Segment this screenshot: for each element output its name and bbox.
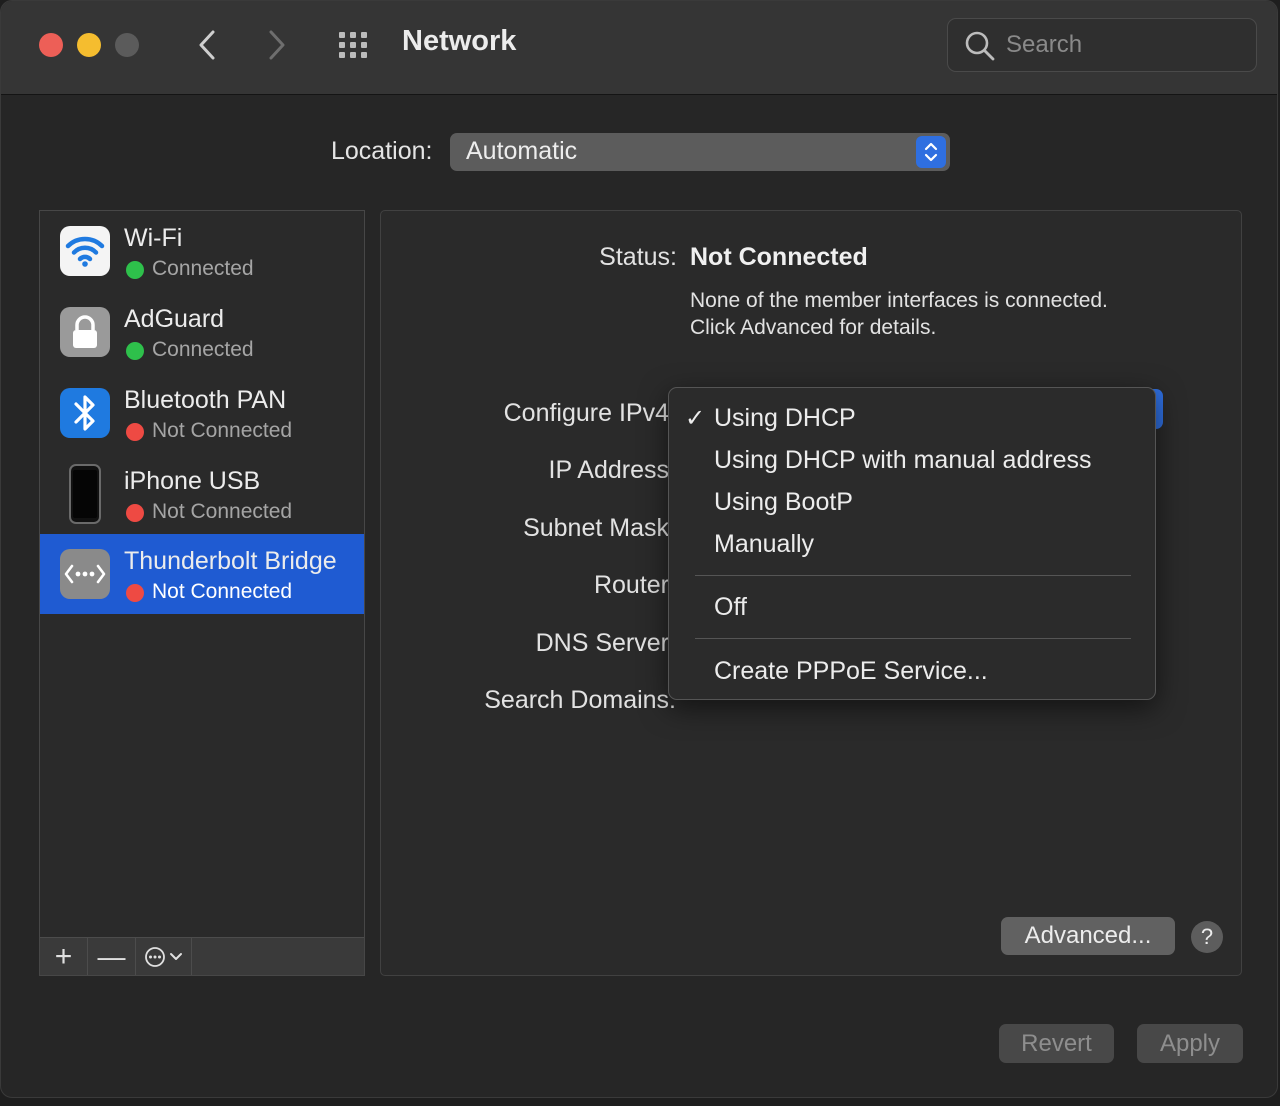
search-field[interactable] (947, 18, 1257, 72)
bluetooth-icon (60, 388, 110, 438)
menu-separator (695, 575, 1131, 576)
service-name: Bluetooth PAN (124, 386, 287, 414)
wifi-icon (60, 226, 110, 276)
chevron-down-icon (170, 952, 182, 960)
service-item-wifi[interactable]: Wi-Fi Connected (40, 211, 364, 291)
status-description: None of the member interfaces is connect… (690, 287, 1108, 341)
service-item-bluetooth-pan[interactable]: Bluetooth PAN Not Connected (40, 373, 364, 453)
advanced-button[interactable]: Advanced... (1001, 917, 1175, 955)
location-label: Location: (331, 137, 433, 165)
menu-separator (695, 638, 1131, 639)
iphone-icon (60, 464, 110, 524)
menu-item-using-bootp[interactable]: Using BootP (714, 488, 853, 517)
status-label: Status: (599, 243, 677, 271)
action-menu-button[interactable] (136, 938, 192, 975)
service-status: Connected (152, 338, 254, 361)
revert-button[interactable]: Revert (999, 1024, 1114, 1063)
ip-address-label: IP Address (548, 456, 669, 484)
thunderbolt-bridge-icon (60, 549, 110, 599)
network-preferences-window: Network Location: Automatic (0, 0, 1278, 1098)
status-value: Not Connected (690, 243, 868, 271)
help-button[interactable]: ? (1191, 921, 1223, 953)
service-status: Not Connected (152, 500, 293, 523)
minimize-window-button[interactable] (77, 33, 101, 57)
close-window-button[interactable] (39, 33, 63, 57)
service-list-toolbar: + — (40, 937, 364, 975)
service-name: AdGuard (124, 305, 225, 333)
service-item-thunderbolt-bridge[interactable]: Thunderbolt Bridge Not Connected (40, 534, 364, 614)
chevron-right-icon (269, 30, 285, 60)
status-indicator (126, 423, 144, 441)
status-indicator (126, 584, 144, 602)
menu-item-using-dhcp[interactable]: Using DHCP (714, 404, 856, 433)
service-status: Not Connected (152, 419, 293, 442)
service-name: Wi-Fi (124, 224, 183, 252)
title-bar: Network (1, 1, 1277, 95)
service-list: Wi-Fi Connected AdGuard Connected Blueto… (39, 210, 365, 976)
lock-icon (60, 307, 110, 357)
forward-button[interactable] (257, 23, 297, 67)
service-status: Connected (152, 257, 254, 280)
menu-item-manually[interactable]: Manually (714, 530, 814, 559)
service-item-adguard[interactable]: AdGuard Connected (40, 292, 364, 372)
menu-item-create-pppoe[interactable]: Create PPPoE Service... (714, 657, 988, 686)
back-button[interactable] (187, 23, 227, 67)
service-item-iphone-usb[interactable]: iPhone USB Not Connected (40, 454, 364, 534)
status-description-line: None of the member interfaces is connect… (690, 289, 1108, 312)
add-service-button[interactable]: + (40, 938, 88, 975)
status-description-line: Click Advanced for details. (690, 316, 937, 339)
ellipsis-circle-icon (145, 946, 165, 967)
menu-item-dhcp-manual-address[interactable]: Using DHCP with manual address (714, 446, 1091, 475)
chevron-left-icon (199, 30, 215, 60)
router-label: Router (593, 571, 669, 599)
up-down-arrows-icon (916, 136, 946, 168)
location-value: Automatic (466, 137, 578, 165)
search-input[interactable] (1006, 19, 1246, 71)
dns-server-label: DNS Server (535, 629, 669, 657)
status-indicator (126, 504, 144, 522)
show-all-grid-button[interactable] (335, 29, 375, 61)
menu-item-off[interactable]: Off (714, 593, 747, 622)
service-name: iPhone USB (124, 467, 261, 495)
checkmark-icon: ✓ (685, 405, 706, 432)
configure-ipv4-menu: ✓ Using DHCP Using DHCP with manual addr… (668, 387, 1156, 700)
service-status: Not Connected (152, 580, 293, 603)
status-indicator (126, 261, 144, 279)
window-title: Network (402, 25, 517, 57)
subnet-mask-label: Subnet Mask (523, 514, 669, 542)
configure-ipv4-label: Configure IPv4 (503, 399, 669, 427)
zoom-window-button[interactable] (115, 33, 139, 57)
remove-service-button[interactable]: — (88, 938, 136, 975)
service-name: Thunderbolt Bridge (124, 547, 337, 575)
search-icon (965, 31, 995, 61)
search-domains-label: Search Domains: (484, 686, 676, 714)
apply-button[interactable]: Apply (1137, 1024, 1243, 1063)
status-indicator (126, 342, 144, 360)
location-select[interactable]: Automatic (450, 133, 950, 171)
